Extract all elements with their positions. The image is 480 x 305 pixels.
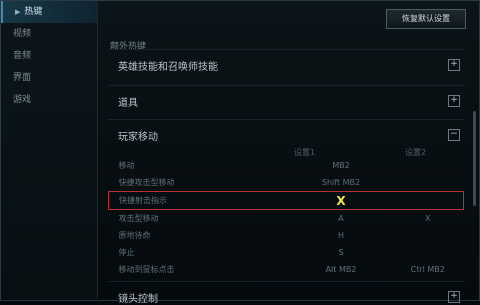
group-player-movement[interactable]: 玩家移动 − (108, 119, 464, 150)
binding-slot-1[interactable]: MB2 (290, 157, 392, 174)
expand-icon[interactable]: + (448, 291, 460, 303)
action-label: 快捷射击指示 (108, 191, 290, 210)
binding-slot-1[interactable]: Alt MB2 (290, 261, 392, 278)
action-label: 快捷攻击型移动 (118, 178, 175, 187)
binding-slot-2[interactable]: Ctrl MB2 (392, 261, 464, 278)
table-row-selected: 快捷射击指示 X (108, 191, 464, 210)
binding-slot-2[interactable] (392, 191, 464, 210)
group-champion-abilities[interactable]: 英雄技能和召唤师技能 + (108, 49, 464, 80)
action-label: 攻击型移动 (118, 214, 159, 223)
sidebar-item-label: 视频 (13, 29, 32, 39)
restore-defaults-button[interactable]: 恢复默认设置 (386, 9, 466, 29)
sidebar-item-label: 游戏 (13, 95, 32, 105)
binding-slot-2[interactable] (392, 157, 464, 174)
table-row: 攻击型移动 A X (109, 210, 464, 228)
table-row: 移动 MB2 (109, 157, 464, 174)
binding-slot-2[interactable] (392, 227, 464, 244)
action-label: 移动 (118, 161, 135, 170)
binding-slot-1[interactable]: H (290, 227, 392, 244)
group-title: 玩家移动 (118, 132, 158, 143)
sidebar-item-game[interactable]: 游戏 (1, 89, 97, 111)
action-label: 移动到鼠标点击 (118, 265, 175, 274)
group-title: 镜头控制 (118, 294, 158, 305)
action-label: 原地待命 (118, 231, 151, 240)
sidebar: ▶ 热键 视频 音频 界面 游戏 (1, 1, 98, 299)
chevron-right-icon: ▶ (15, 8, 21, 16)
sidebar-item-hotkeys[interactable]: ▶ 热键 (1, 1, 97, 23)
movement-bindings-table: 移动 MB2 快捷攻击型移动 Shift MB2 快捷射击指示 X 攻击型移动 … (108, 157, 464, 278)
group-camera-control[interactable]: 镜头控制 + (108, 281, 464, 305)
action-label: 停止 (118, 248, 135, 257)
table-row: 停止 S (109, 244, 464, 261)
expand-icon[interactable]: + (448, 59, 460, 71)
collapse-icon[interactable]: − (448, 129, 460, 141)
table-row: 移动到鼠标点击 Alt MB2 Ctrl MB2 (109, 261, 464, 278)
scrollbar[interactable] (473, 111, 476, 206)
expand-icon[interactable]: + (448, 95, 460, 107)
binding-slot-1[interactable]: Shift MB2 (290, 174, 392, 192)
binding-slot-2[interactable]: X (392, 210, 464, 228)
group-title: 道具 (118, 98, 138, 109)
table-row: 快捷攻击型移动 Shift MB2 (109, 174, 464, 192)
table-row: 原地待命 H (109, 227, 464, 244)
binding-slot-2[interactable] (392, 174, 464, 192)
sidebar-item-label: 热键 (24, 7, 43, 17)
binding-slot-1[interactable]: S (290, 244, 392, 261)
sidebar-item-label: 界面 (13, 73, 32, 83)
sidebar-item-label: 音频 (13, 51, 32, 61)
group-title: 英雄技能和召唤师技能 (118, 62, 218, 73)
main-panel: 恢复默认设置 额外热键 英雄技能和召唤师技能 + 道具 + 玩家移动 − 设置1… (98, 1, 478, 305)
sidebar-item-interface[interactable]: 界面 (1, 67, 97, 89)
binding-slot-1[interactable]: A (290, 210, 392, 228)
sidebar-item-video[interactable]: 视频 (1, 23, 97, 45)
binding-slot-2[interactable] (392, 244, 464, 261)
group-items[interactable]: 道具 + (108, 85, 464, 116)
sidebar-item-audio[interactable]: 音频 (1, 45, 97, 67)
binding-slot-1[interactable]: X (290, 191, 392, 210)
